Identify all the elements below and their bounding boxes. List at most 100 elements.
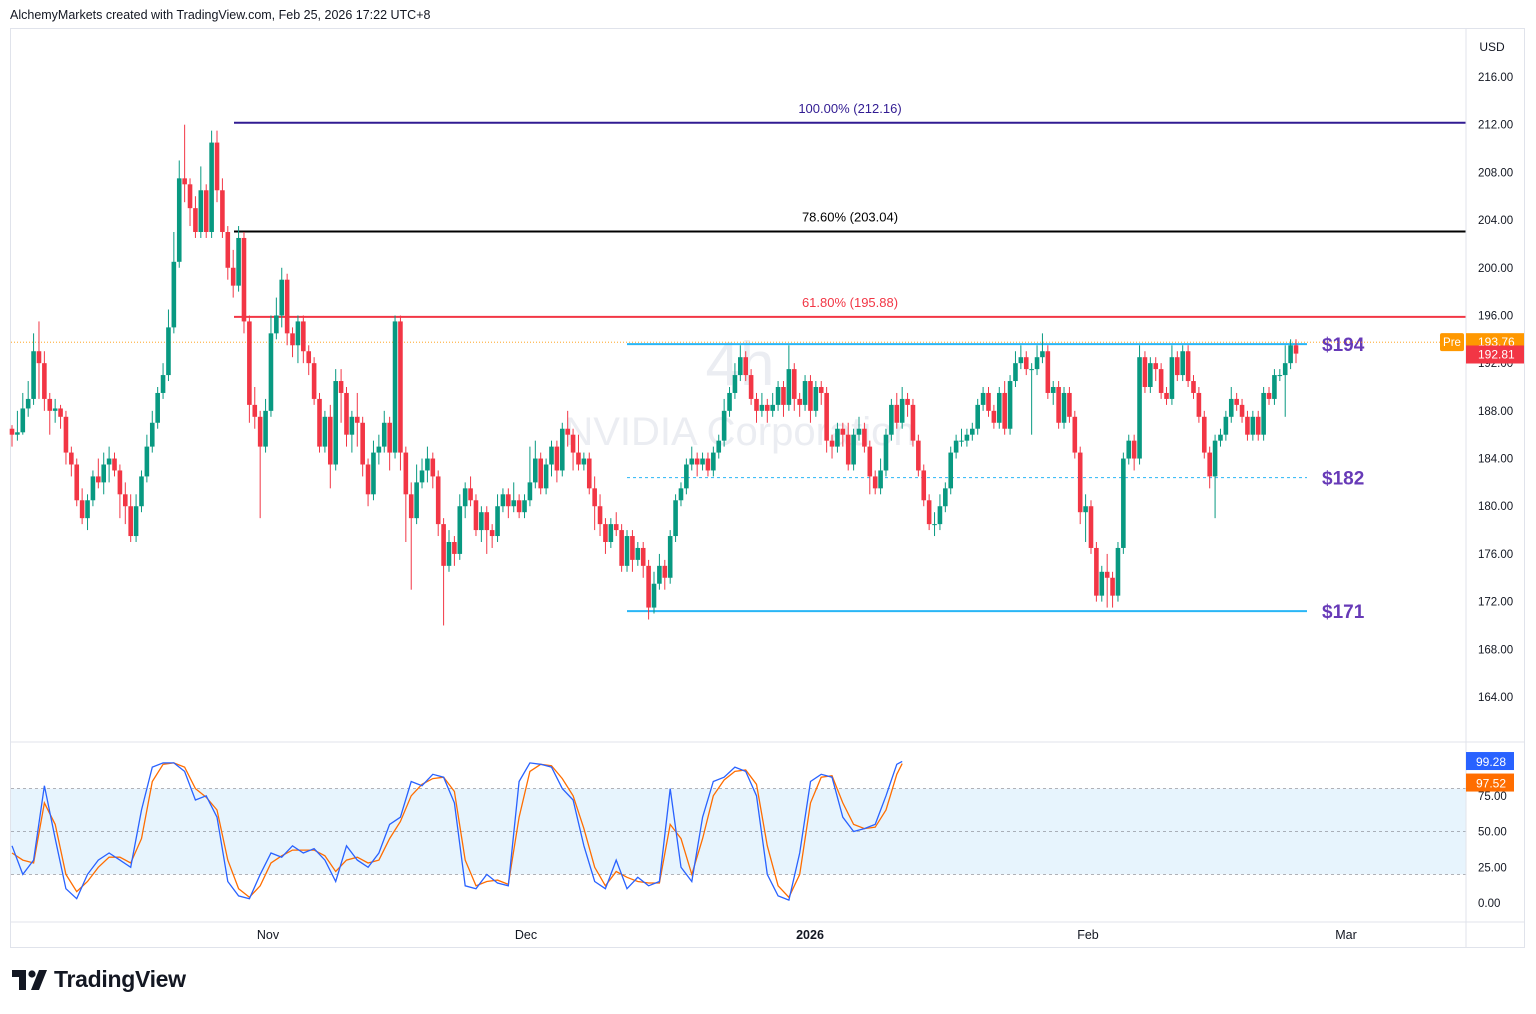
candle-body [425, 458, 430, 471]
candle-body [112, 458, 117, 471]
candle-body [813, 387, 819, 411]
candle-body [867, 446, 873, 477]
time-axis[interactable]: Nov Dec 2026 Feb Mar [11, 921, 1524, 942]
candle-body [872, 476, 878, 489]
candle-body [635, 547, 641, 560]
candle-body [1218, 434, 1223, 441]
candle-body [603, 524, 608, 542]
candle-body [1131, 440, 1137, 459]
candle-body [1255, 416, 1261, 435]
candle-body [1261, 392, 1266, 435]
candle-body [1212, 440, 1218, 477]
candle-body [301, 321, 306, 352]
candle-body [500, 494, 506, 507]
candle-body [1239, 404, 1245, 417]
candle-body [1013, 363, 1018, 382]
candle-body [576, 452, 581, 465]
candle-body [700, 458, 705, 465]
time-label: Dec [515, 928, 537, 942]
candle-body [1029, 369, 1034, 371]
candle-body [894, 404, 900, 423]
candle-body [452, 542, 457, 554]
candle-body [802, 381, 808, 405]
candle-body [1234, 398, 1239, 405]
candle-body [506, 494, 511, 507]
candle-body [689, 458, 695, 465]
candle-body [921, 470, 927, 501]
candle-body [333, 381, 338, 465]
candle-body [1245, 416, 1250, 435]
candle-body [754, 398, 759, 411]
candle-body [1266, 392, 1272, 399]
candle-body [878, 470, 883, 489]
candle-body [398, 321, 403, 453]
candle-body [354, 416, 360, 423]
candle-body [149, 422, 155, 447]
candle-body [948, 452, 954, 489]
candle-body [716, 440, 722, 453]
candle-body [446, 542, 452, 566]
price-tags: Pre 193.76192.8199.2897.52 [1440, 333, 1524, 792]
candle-body [1002, 392, 1007, 429]
price-tick: 184.00 [1478, 454, 1513, 466]
candle-body [1126, 440, 1132, 459]
candle-body [759, 404, 765, 411]
fib-label: 100.00% (212.16) [798, 101, 901, 116]
candle-body [829, 440, 835, 447]
candle-body [522, 500, 527, 513]
candle-body [673, 500, 678, 537]
candle-body [106, 458, 112, 465]
candle-body [727, 392, 732, 411]
candle-body [1007, 381, 1013, 429]
tradingview-logo: TradingView [12, 966, 186, 993]
candle-body [441, 524, 446, 566]
candle-body [198, 190, 204, 232]
candle-body [166, 327, 171, 376]
candle-body [597, 506, 603, 525]
candle-body [274, 315, 279, 334]
candle-body [85, 500, 90, 519]
candle-body [96, 476, 101, 483]
candle-body [392, 321, 398, 453]
candle-body [295, 321, 301, 346]
candle-body [1099, 571, 1105, 596]
candle-body [1077, 452, 1083, 513]
candle-body [991, 410, 997, 423]
candle-body [1142, 357, 1148, 387]
candle-body [117, 470, 123, 495]
candle-body [479, 512, 484, 531]
time-label: Nov [257, 928, 280, 942]
candle-body [193, 208, 198, 232]
candle-body [549, 446, 554, 465]
candle-body [1175, 357, 1180, 376]
price-axis[interactable]: USD 216.00 212.00 208.00 204.00 200.00 196.00… [1465, 29, 1513, 947]
candle-body [980, 392, 986, 405]
candle-body [1288, 345, 1293, 364]
candle-body [473, 500, 479, 531]
candle-body [1104, 571, 1110, 578]
candle-body [721, 410, 727, 441]
candle-body [1110, 577, 1115, 596]
price-tick: 168.00 [1478, 644, 1513, 656]
candle-body [225, 232, 231, 268]
price-tick: 164.00 [1478, 692, 1513, 704]
candle-body [1072, 416, 1078, 453]
candle-body [581, 458, 587, 465]
candle-body [268, 333, 274, 411]
candle-body [764, 404, 770, 411]
candle-body [511, 500, 517, 507]
level-label: $182 [1322, 469, 1364, 490]
candle-body [630, 536, 635, 560]
candle-body [1228, 398, 1234, 417]
candle-body [25, 398, 31, 409]
price-tick: 212.00 [1478, 120, 1513, 132]
tradingview-logo-icon [12, 969, 47, 990]
candle-body [344, 392, 349, 435]
price-tick: 188.00 [1478, 406, 1513, 418]
chart-canvas[interactable]: 4h NVIDIA Corporation 75.0050.0025.000.0… [0, 0, 1536, 1014]
candle-body [133, 506, 139, 537]
candle-body [608, 524, 614, 542]
candle-body [1196, 392, 1202, 417]
stochastic-tick: 75.00 [1478, 791, 1507, 803]
candle-body [1180, 351, 1186, 376]
